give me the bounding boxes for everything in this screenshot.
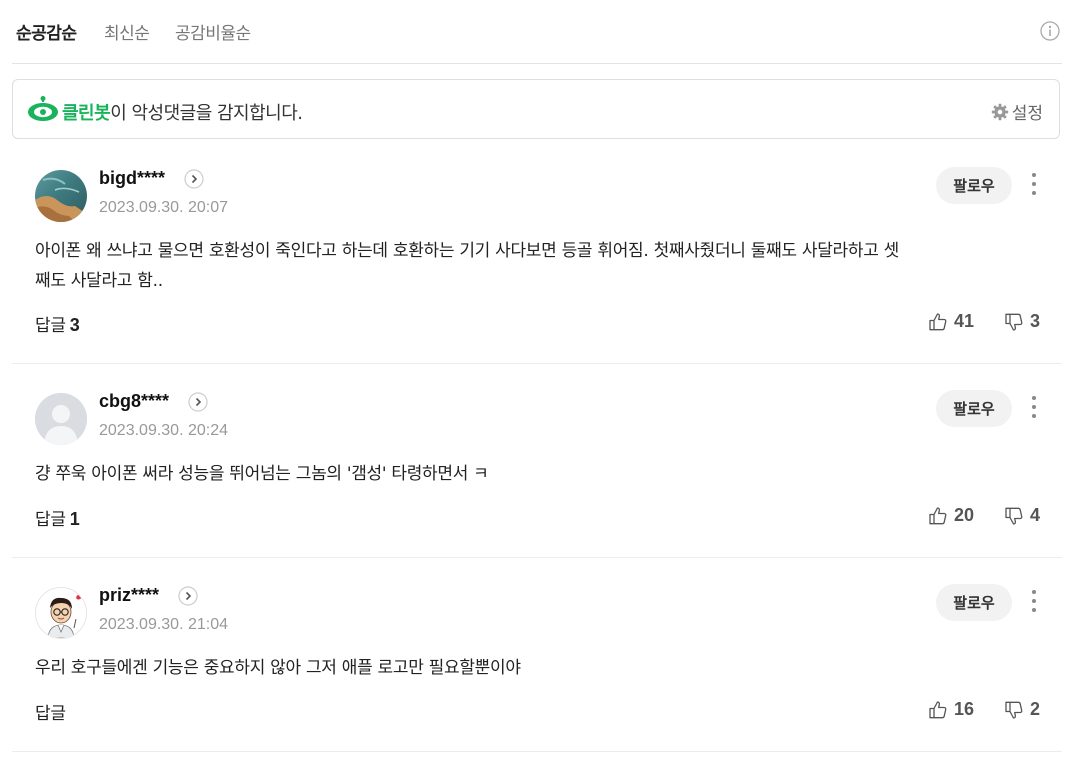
chevron-right-icon[interactable] [184,169,204,189]
more-options-icon[interactable] [1028,588,1040,614]
comment-date: 2023.09.30. 20:07 [99,199,229,216]
reply-button[interactable]: 답글 [35,699,66,724]
cleanbot-banner: 클린봇이 악성댓글을 감지합니다. 설정 [12,79,1060,139]
dislike-button[interactable]: 3 [1004,311,1040,332]
cartoon-avatar-image [36,588,86,638]
comment-text-line: 째도 사달라고 함.. [35,271,163,291]
comment-text-line: 아이폰 왜 쓰냐고 물으면 호환성이 죽인다고 하는데 호환하는 기기 사다보면… [35,241,900,261]
like-button[interactable]: 20 [928,505,974,526]
dislike-count: 4 [1029,505,1040,525]
reply-button[interactable]: 답글 3 [35,311,80,336]
more-options-icon[interactable] [1028,394,1040,420]
nickname[interactable]: bigd**** [99,168,165,189]
reply-label: 답글 [35,510,66,530]
dislike-count: 3 [1029,311,1040,331]
info-icon[interactable] [1040,21,1060,41]
reply-count: 1 [69,509,80,529]
thumbs-down-icon [1005,507,1023,525]
comment-date: 2023.09.30. 21:04 [99,616,229,633]
reply-count: 3 [69,315,80,335]
like-button[interactable]: 16 [928,699,974,720]
avatar[interactable] [35,393,87,445]
thumbs-up-icon [929,506,947,524]
cleanbot-message: 클린봇이 악성댓글을 감지합니다. [62,99,303,125]
reply-label: 답글 [35,316,66,336]
avatar[interactable] [35,170,87,222]
comment-text: 아이폰 왜 쓰냐고 물으면 호환성이 죽인다고 하는데 호환하는 기기 사다보면… [35,236,1025,296]
avatar[interactable] [35,587,87,639]
cleanbot-settings-button[interactable]: 설정 [991,99,1043,124]
settings-label: 설정 [1011,104,1043,124]
comment-text-line: 걍 쭈욱 아이폰 써라 성능을 뛰어넘는 그놈의 '갬성' 타령하면서 ㅋ [35,464,489,484]
gear-icon [991,103,1008,120]
reply-button[interactable]: 답글 1 [35,505,80,530]
comment-text-line: 우리 호구들에겐 기능은 중요하지 않아 그저 애플 로고만 필요할뿐이야 [35,658,521,678]
nickname[interactable]: priz**** [99,585,159,606]
default-profile-icon [35,393,87,445]
follow-button[interactable]: 팔로우 [936,390,1012,427]
sort-tab-latest[interactable]: 최신순 [104,19,150,44]
chevron-right-icon[interactable] [188,392,208,412]
like-count: 16 [953,699,974,719]
sort-bar: 순공감순 최신순 공감비율순 [12,0,1062,64]
avatar-landscape-image [35,170,87,222]
like-button[interactable]: 41 [928,311,974,332]
thumbs-up-icon [929,700,947,718]
thumbs-down-icon [1005,313,1023,331]
more-options-icon[interactable] [1028,171,1040,197]
comment-item: cbg8**** 2023.09.30. 20:24 팔로우 걍 쭈욱 아이폰 … [12,370,1062,558]
thumbs-down-icon [1005,701,1023,719]
thumbs-up-icon [929,312,947,330]
sort-tab-ratio[interactable]: 공감비율순 [175,19,251,44]
cleanbot-text: 이 악성댓글을 감지합니다. [110,103,303,124]
like-count: 20 [953,505,974,525]
comment-item: bigd**** 2023.09.30. 20:07 팔로우 아이폰 왜 쓰냐고… [12,147,1062,364]
chevron-right-icon[interactable] [178,586,198,606]
cleanbot-logo-icon [28,96,58,121]
follow-button[interactable]: 팔로우 [936,167,1012,204]
reply-label: 답글 [35,704,66,724]
sort-tab-popular[interactable]: 순공감순 [16,19,77,44]
dislike-button[interactable]: 2 [1004,699,1040,720]
nickname[interactable]: cbg8**** [99,391,169,412]
like-count: 41 [953,311,974,331]
dislike-button[interactable]: 4 [1004,505,1040,526]
comment-text: 우리 호구들에겐 기능은 중요하지 않아 그저 애플 로고만 필요할뿐이야 [35,653,1025,683]
dislike-count: 2 [1029,699,1040,719]
cleanbot-brand: 클린봇 [62,103,111,124]
comment-date: 2023.09.30. 20:24 [99,422,229,439]
follow-button[interactable]: 팔로우 [936,584,1012,621]
comment-text: 걍 쭈욱 아이폰 써라 성능을 뛰어넘는 그놈의 '갬성' 타령하면서 ㅋ [35,459,1025,489]
comment-item: priz**** 2023.09.30. 21:04 팔로우 우리 호구들에겐 … [12,564,1062,752]
